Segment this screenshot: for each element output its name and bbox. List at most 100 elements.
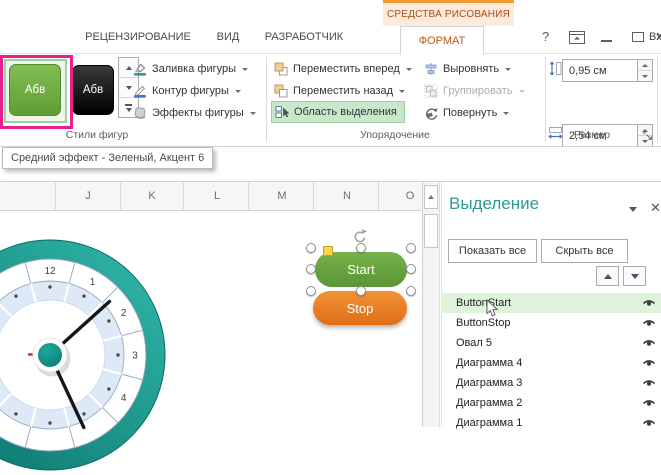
selection-handle-se[interactable] (406, 286, 416, 296)
down-arrow-icon (630, 273, 639, 279)
selection-handle-w[interactable] (306, 264, 316, 274)
shape-fill-button[interactable]: Заливка фигуры (133, 59, 249, 79)
list-item-chart4[interactable]: Диаграмма 4 (441, 353, 661, 373)
shape-effects-button[interactable]: Эффекты фигуры (133, 103, 256, 123)
minimize-button[interactable] (601, 40, 612, 42)
stop-shape[interactable]: Stop (313, 291, 407, 325)
help-button[interactable]: ? (542, 29, 549, 44)
selection-handle-sw[interactable] (306, 286, 316, 296)
column-divider (248, 182, 249, 210)
clock-number-12: 12 (44, 266, 56, 277)
shape-fill-label: Заливка фигуры (152, 63, 237, 75)
tab-review[interactable]: РЕЦЕНЗИРОВАНИЕ (85, 31, 191, 43)
selection-pane-title: Выделение (449, 194, 540, 213)
column-header-o[interactable]: O (406, 190, 415, 202)
height-spinner[interactable] (638, 59, 653, 82)
move-up-button[interactable] (596, 266, 619, 286)
column-header-j[interactable]: J (85, 190, 91, 202)
group-button[interactable]: Группировать (424, 81, 525, 101)
down-arrow-icon (125, 85, 132, 90)
shape-height-icon (548, 61, 562, 81)
bring-forward-label: Переместить вперед (293, 63, 400, 75)
spinner-down-icon[interactable] (638, 71, 652, 81)
eye-icon[interactable] (642, 378, 656, 388)
tab-developer[interactable]: РАЗРАБОТЧИК (265, 31, 343, 43)
list-item-buttonstop[interactable]: ButtonStop (441, 313, 661, 333)
selection-handle-s[interactable] (356, 286, 366, 296)
rotate-button[interactable]: Повернуть (424, 103, 510, 123)
selection-handle-ne[interactable] (406, 243, 416, 253)
column-header-k[interactable]: K (148, 190, 155, 202)
eye-icon[interactable] (642, 298, 656, 308)
signin-label[interactable]: Вход (649, 31, 661, 43)
column-header-l[interactable]: L (214, 190, 220, 202)
column-divider (313, 182, 314, 210)
start-shape[interactable]: Start (315, 252, 407, 287)
eye-icon[interactable] (642, 338, 656, 348)
fill-bucket-icon (134, 63, 146, 76)
style-swatch-green[interactable]: Абв (9, 64, 61, 116)
eye-icon[interactable] (642, 318, 656, 328)
column-divider (120, 182, 121, 210)
send-backward-icon (274, 84, 288, 98)
pane-close-icon[interactable]: ✕ (650, 200, 661, 216)
show-all-button[interactable]: Показать все (448, 239, 537, 263)
dropdown-caret-icon (405, 67, 412, 71)
ribbon-display-options-button[interactable] (569, 31, 585, 49)
group-separator (657, 57, 658, 142)
dropdown-caret-icon (518, 89, 525, 93)
list-item-chart1[interactable]: Диаграмма 1 (441, 413, 661, 433)
bring-forward-button[interactable]: Переместить вперед (274, 59, 412, 79)
align-button[interactable]: Выровнять (424, 59, 512, 79)
maximize-button[interactable] (632, 32, 644, 42)
pane-dropdown-icon[interactable] (629, 207, 637, 212)
tab-format[interactable]: ФОРМАТ (400, 26, 484, 55)
adjust-handle[interactable] (323, 246, 333, 256)
list-item-buttonstart[interactable]: ButtonStart (441, 293, 661, 313)
item-label: Овал 5 (456, 337, 492, 349)
item-label: Диаграмма 3 (456, 377, 523, 389)
group-label-size: Размер (573, 129, 611, 141)
rotate-label: Повернуть (443, 107, 498, 119)
list-item-chart3[interactable]: Диаграмма 3 (441, 373, 661, 393)
scrollbar-thumb[interactable] (424, 214, 438, 248)
rotate-icon (426, 108, 438, 120)
send-backward-label: Переместить назад (293, 85, 394, 97)
shape-outline-button[interactable]: Контур фигуры (133, 81, 241, 101)
column-header-n[interactable]: N (343, 190, 351, 202)
shape-height-field[interactable]: 0,95 см (562, 59, 638, 82)
dropdown-caret-icon (399, 89, 406, 93)
selection-pane-button[interactable]: Область выделения (271, 101, 405, 123)
group-separator (545, 57, 546, 142)
align-label: Выровнять (443, 63, 500, 75)
up-arrow-icon (125, 65, 132, 70)
eye-icon[interactable] (642, 398, 656, 408)
style-swatch-black[interactable]: Абв (72, 65, 114, 115)
tab-view[interactable]: ВИД (217, 31, 240, 43)
selection-handle-nw[interactable] (306, 243, 316, 253)
tab-row-divider (0, 53, 661, 54)
bring-forward-icon (274, 62, 288, 76)
clock-number-4: 4 (121, 393, 127, 404)
size-dialog-launcher[interactable] (643, 128, 653, 146)
send-backward-button[interactable]: Переместить назад (274, 81, 406, 101)
rotation-handle[interactable] (352, 228, 368, 249)
up-arrow-icon (428, 195, 434, 199)
shape-effects-label: Эффекты фигуры (152, 107, 244, 119)
list-item-oval5[interactable]: Овал 5 (441, 333, 661, 353)
clock-number-1: 1 (90, 277, 96, 288)
align-icon (425, 63, 437, 75)
clock-chart[interactable]: 12 1 2 3 4 (0, 235, 170, 475)
dropdown-caret-icon (234, 89, 241, 93)
scroll-up-button[interactable] (424, 185, 438, 209)
eye-icon[interactable] (642, 358, 656, 368)
excel-window: { "window": { "contextual_tab": "СРЕДСТВ… (0, 0, 661, 471)
hide-all-button[interactable]: Скрыть все (541, 239, 628, 263)
list-item-chart2[interactable]: Диаграмма 2 (441, 393, 661, 413)
rotate-arrow-icon (354, 229, 367, 243)
column-header-m[interactable]: M (277, 190, 286, 202)
ribbon-options-icon (569, 31, 585, 44)
move-down-button[interactable] (623, 266, 646, 286)
spinner-up-icon[interactable] (638, 60, 652, 71)
selection-handle-e[interactable] (406, 264, 416, 274)
